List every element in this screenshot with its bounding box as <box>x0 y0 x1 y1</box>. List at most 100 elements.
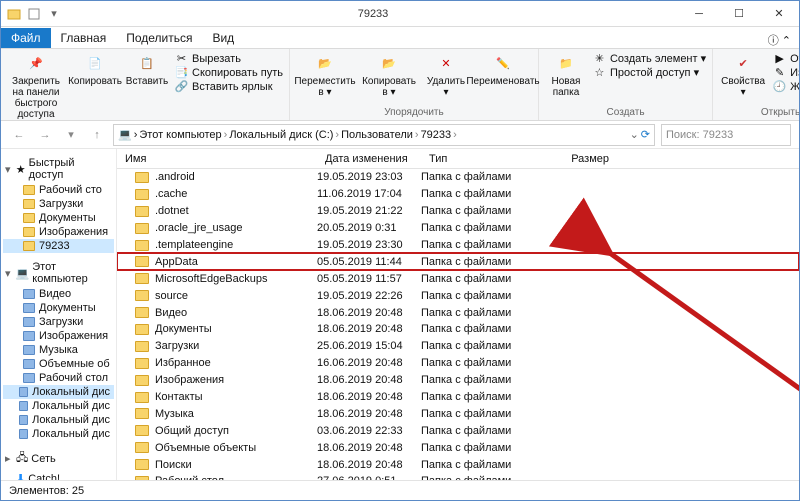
column-headers[interactable]: Имя Дата изменения Тип Размер <box>117 149 799 169</box>
col-type[interactable]: Тип <box>421 153 537 165</box>
table-row[interactable]: Поиски18.06.2019 20:48Папка с файлами <box>117 456 799 473</box>
table-row[interactable]: .templateengine19.05.2019 23:30Папка с ф… <box>117 237 799 254</box>
nav-item[interactable]: Локальный дис <box>3 399 114 413</box>
table-row[interactable]: Общий доступ03.06.2019 22:33Папка с файл… <box>117 422 799 439</box>
status-bar: Элементов: 25 <box>1 480 799 500</box>
status-count: Элементов: 25 <box>9 485 84 497</box>
new-item-button[interactable]: ✳Создать элемент ▾ <box>593 52 706 65</box>
nav-back-button[interactable]: ← <box>9 125 29 145</box>
folder-icon <box>135 476 149 480</box>
folder-icon <box>135 341 149 352</box>
table-row[interactable]: .dotnet19.05.2019 21:22Папка с файлами <box>117 203 799 220</box>
nav-item[interactable]: Изображения <box>3 225 114 239</box>
folder-icon <box>135 290 149 301</box>
col-name[interactable]: Имя <box>117 153 317 165</box>
paste-button[interactable]: 📋Вставить <box>125 52 169 87</box>
nav-item[interactable]: Музыка <box>3 343 114 357</box>
folder-icon <box>135 442 149 453</box>
move-to-button[interactable]: 📂Переместить в ▾ <box>296 52 354 98</box>
breadcrumb[interactable]: 💻› Этот компьютер› Локальный диск (C:)› … <box>113 124 655 146</box>
open-button[interactable]: ▶Открыть ▾ <box>773 52 800 65</box>
search-input[interactable]: Поиск: 79233 <box>661 124 791 146</box>
copy-path-button[interactable]: 📑Скопировать путь <box>175 66 283 79</box>
table-row[interactable]: Объемные объекты18.06.2019 20:48Папка с … <box>117 439 799 456</box>
table-row[interactable]: Контакты18.06.2019 20:48Папка с файлами <box>117 389 799 406</box>
table-row[interactable]: Музыка18.06.2019 20:48Папка с файлами <box>117 405 799 422</box>
tab-share[interactable]: Поделиться <box>116 28 202 48</box>
paste-shortcut-button[interactable]: 🔗Вставить ярлык <box>175 80 283 93</box>
close-button[interactable]: ✕ <box>759 1 799 27</box>
nav-recent-button[interactable]: ▾ <box>61 125 81 145</box>
props-qat-icon[interactable] <box>27 7 41 21</box>
copy-to-button[interactable]: 📂Копировать в ▾ <box>360 52 418 98</box>
folder-icon <box>135 223 149 234</box>
nav-network[interactable]: ▸🖧 Сеть <box>3 447 114 470</box>
nav-item[interactable]: Загрузки <box>3 197 114 211</box>
nav-item[interactable]: Локальный дис <box>3 413 114 427</box>
copy-button[interactable]: 📄Копировать <box>71 52 119 87</box>
nav-item[interactable]: Загрузки <box>3 315 114 329</box>
nav-item[interactable]: Объемные об <box>3 357 114 371</box>
properties-button[interactable]: ✔Свойства ▾ <box>719 52 767 98</box>
nav-item[interactable]: Рабочий сто <box>3 183 114 197</box>
table-row[interactable]: Изображения18.06.2019 20:48Папка с файла… <box>117 372 799 389</box>
tab-view[interactable]: Вид <box>202 28 244 48</box>
rename-button[interactable]: ✏️Переименовать <box>474 52 532 87</box>
table-row[interactable]: Загрузки25.06.2019 15:04Папка с файлами <box>117 338 799 355</box>
table-row[interactable]: .android19.05.2019 23:03Папка с файлами <box>117 169 799 186</box>
ribbon-collapse-button[interactable]: ⓘ ⌃ <box>756 32 799 48</box>
nav-item[interactable]: Документы <box>3 211 114 225</box>
refresh-button[interactable]: ⟳ <box>641 128 650 141</box>
breadcrumb-item[interactable]: Пользователи› <box>341 129 418 141</box>
pin-quickaccess-button[interactable]: 📌Закрепить на панели быстрого доступа <box>7 52 65 120</box>
table-row[interactable]: Документы18.06.2019 20:48Папка с файлами <box>117 321 799 338</box>
table-row[interactable]: Рабочий стол27.06.2019 0:51Папка с файла… <box>117 473 799 480</box>
nav-this-pc[interactable]: ▾💻 Этот компьютер <box>3 259 114 287</box>
edit-button[interactable]: ✎Изменить <box>773 66 800 79</box>
ribbon: 📌Закрепить на панели быстрого доступа 📄К… <box>1 49 799 121</box>
nav-item[interactable]: Рабочий стол <box>3 371 114 385</box>
nav-item[interactable]: Видео <box>3 287 114 301</box>
breadcrumb-item[interactable]: Этот компьютер› <box>139 129 227 141</box>
nav-up-button[interactable]: ↑ <box>87 125 107 145</box>
address-bar: ← → ▾ ↑ 💻› Этот компьютер› Локальный дис… <box>1 121 799 149</box>
new-folder-button[interactable]: 📁Новая папка <box>545 52 587 98</box>
nav-item[interactable]: Документы <box>3 301 114 315</box>
nav-item[interactable]: Локальный дис <box>3 427 114 441</box>
cut-button[interactable]: ✂Вырезать <box>175 52 283 65</box>
window-title: 79233 <box>67 8 679 20</box>
addr-dropdown-button[interactable]: ⌄ <box>630 128 639 141</box>
explorer-window: ▾ 79233 ─ ☐ ✕ Файл Главная Поделиться Ви… <box>0 0 800 501</box>
easy-access-button[interactable]: ☆Простой доступ ▾ <box>593 66 706 79</box>
table-row[interactable]: Видео18.06.2019 20:48Папка с файлами <box>117 304 799 321</box>
tab-file[interactable]: Файл <box>1 28 51 48</box>
nav-tree[interactable]: ▾★ Быстрый доступ Рабочий стоЗагрузкиДок… <box>1 149 117 480</box>
tab-home[interactable]: Главная <box>51 28 117 48</box>
table-row[interactable]: .cache11.06.2019 17:04Папка с файлами <box>117 186 799 203</box>
folder-icon <box>135 375 149 386</box>
table-row[interactable]: source19.05.2019 22:26Папка с файлами <box>117 287 799 304</box>
pc-icon: 💻 <box>118 128 132 141</box>
nav-forward-button[interactable]: → <box>35 125 55 145</box>
table-row[interactable]: MicrosoftEdgeBackups05.05.2019 11:57Папк… <box>117 270 799 287</box>
breadcrumb-item[interactable]: 79233› <box>421 129 457 141</box>
nav-catch[interactable]: ⬇ Catch! <box>3 470 114 480</box>
maximize-button[interactable]: ☐ <box>719 1 759 27</box>
folder-icon <box>135 425 149 436</box>
minimize-button[interactable]: ─ <box>679 1 719 27</box>
nav-item[interactable]: Локальный дис <box>3 385 114 399</box>
nav-item[interactable]: 79233 <box>3 239 114 253</box>
breadcrumb-item[interactable]: Локальный диск (C:)› <box>229 129 339 141</box>
table-row[interactable]: Избранное16.06.2019 20:48Папка с файлами <box>117 355 799 372</box>
table-row[interactable]: AppData05.05.2019 11:44Папка с файлами <box>117 253 799 270</box>
nav-item[interactable]: Изображения <box>3 329 114 343</box>
folder-icon <box>135 392 149 403</box>
table-row[interactable]: .oracle_jre_usage20.05.2019 0:31Папка с … <box>117 220 799 237</box>
nav-quick-access[interactable]: ▾★ Быстрый доступ <box>3 155 114 183</box>
col-date[interactable]: Дата изменения <box>317 153 421 165</box>
col-size[interactable]: Размер <box>537 153 617 165</box>
qat-more-icon[interactable]: ▾ <box>47 7 61 21</box>
delete-button[interactable]: ✕Удалить ▾ <box>424 52 468 98</box>
history-button[interactable]: 🕘Журнал <box>773 80 800 93</box>
folder-icon <box>135 324 149 335</box>
